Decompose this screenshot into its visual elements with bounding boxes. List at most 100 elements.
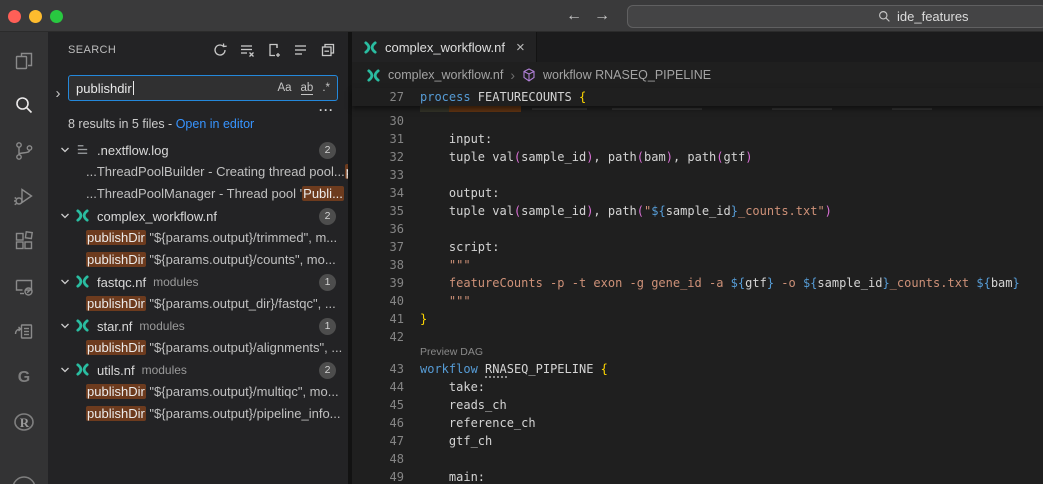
- search-match-row[interactable]: publishDir "${params.output}/trimmed", m…: [48, 227, 348, 249]
- minimize-window-button[interactable]: [29, 10, 42, 23]
- search-match-row[interactable]: publishDir "${params.output}/counts", mo…: [48, 249, 348, 271]
- code-line[interactable]: 39 featureCounts -p -t exon -g gene_id -…: [352, 274, 1043, 292]
- whole-word-toggle[interactable]: ab: [301, 82, 314, 95]
- zoom-window-button[interactable]: [50, 10, 63, 23]
- line-number: 47: [352, 432, 420, 450]
- code-line[interactable]: 34 output:: [352, 184, 1043, 202]
- match-highlight: publishDir: [86, 296, 146, 311]
- match-highlight: publishDir: [86, 252, 146, 267]
- codelens-preview-dag[interactable]: Preview DAG: [352, 346, 1043, 360]
- chevron-down-icon[interactable]: [58, 321, 72, 331]
- file-name: star.nf: [97, 319, 132, 334]
- tab-bar: complex_workflow.nf ×: [352, 32, 1043, 62]
- open-in-editor-link[interactable]: Open in editor: [176, 117, 255, 131]
- match-case-toggle[interactable]: Aa: [277, 82, 291, 94]
- breadcrumb-separator: ›: [510, 67, 515, 83]
- code-line[interactable]: 49 main:: [352, 468, 1043, 484]
- search-file-row[interactable]: .nextflow.log2: [48, 139, 348, 161]
- refresh-icon[interactable]: [212, 42, 228, 58]
- code-line[interactable]: 45 reads_ch: [352, 396, 1043, 414]
- open-new-search-editor-icon[interactable]: [266, 42, 282, 58]
- close-window-button[interactable]: [8, 10, 21, 23]
- code-line[interactable]: 47 gtf_ch: [352, 432, 1043, 450]
- code-line[interactable]: 32 tuple val(sample_id), path(bam), path…: [352, 148, 1043, 166]
- chevron-down-icon[interactable]: [58, 277, 72, 287]
- breadcrumb-symbol[interactable]: workflow RNASEQ_PIPELINE: [543, 68, 711, 82]
- match-count-badge: 1: [319, 274, 336, 291]
- regex-toggle[interactable]: .*: [322, 82, 330, 94]
- file-name: complex_workflow.nf: [97, 209, 217, 224]
- search-match-row[interactable]: publishDir "${params.output}/pipeline_in…: [48, 403, 348, 425]
- clear-search-results-icon[interactable]: [239, 42, 255, 58]
- line-number: 39: [352, 274, 420, 292]
- match-highlight: Publi...: [302, 186, 344, 201]
- line-number: 41: [352, 310, 420, 328]
- search-file-row[interactable]: complex_workflow.nf2: [48, 205, 348, 227]
- code-editor[interactable]: 27process FEATURECOUNTS { 3031 input:32 …: [352, 88, 1043, 484]
- line-number: 49: [352, 468, 420, 484]
- code-line[interactable]: 37 script:: [352, 238, 1043, 256]
- navigate-forward-icon[interactable]: →: [594, 7, 610, 25]
- line-number: 46: [352, 414, 420, 432]
- nextflow-file-icon: [75, 274, 91, 290]
- code-line[interactable]: 41}: [352, 310, 1043, 328]
- explorer-icon[interactable]: [0, 38, 48, 83]
- search-match-row[interactable]: publishDir "${params.output}/multiqc", m…: [48, 381, 348, 403]
- code-line[interactable]: 46 reference_ch: [352, 414, 1043, 432]
- code-line[interactable]: 42: [352, 328, 1043, 346]
- code-line[interactable]: 43workflow RNASEQ_PIPELINE {: [352, 360, 1043, 378]
- code-line[interactable]: 38 """: [352, 256, 1043, 274]
- file-folder-description: modules: [142, 363, 187, 377]
- chevron-down-icon[interactable]: [58, 365, 72, 375]
- vscode-window: ← → ide_features: [0, 0, 1043, 484]
- title-bar: ← → ide_features: [0, 0, 1043, 32]
- chevron-down-icon[interactable]: [58, 145, 72, 155]
- view-as-tree-icon[interactable]: [293, 42, 309, 58]
- search-match-row[interactable]: publishDir "${params.output}/alignments"…: [48, 337, 348, 359]
- source-control-icon[interactable]: [0, 128, 48, 173]
- log-file-icon: [75, 142, 91, 158]
- collapse-all-icon[interactable]: [320, 42, 336, 58]
- code-line[interactable]: 40 """: [352, 292, 1043, 310]
- chevron-down-icon[interactable]: [58, 211, 72, 221]
- code-line[interactable]: 48: [352, 450, 1043, 468]
- code-line[interactable]: 31 input:: [352, 130, 1043, 148]
- gitlens-icon[interactable]: G: [0, 354, 48, 399]
- close-tab-icon[interactable]: ×: [516, 40, 525, 55]
- partial-bottom-icon[interactable]: [0, 445, 48, 484]
- run-and-debug-icon[interactable]: [0, 174, 48, 219]
- navigate-back-icon[interactable]: ←: [566, 7, 582, 25]
- search-query-value: publishdir: [76, 81, 132, 96]
- search-input[interactable]: publishdir Aa ab .*: [68, 75, 338, 101]
- toggle-replace-chevron[interactable]: ›: [52, 80, 64, 106]
- search-match-row[interactable]: ...ThreadPoolBuilder - Creating thread p…: [48, 161, 348, 183]
- tab-complex-workflow[interactable]: complex_workflow.nf ×: [352, 32, 537, 62]
- code-line[interactable]: 36: [352, 220, 1043, 238]
- nextflow-file-icon: [75, 318, 91, 334]
- code-line[interactable]: 27process FEATURECOUNTS {: [352, 88, 1043, 106]
- search-match-row[interactable]: publishDir "${params.output_dir}/fastqc"…: [48, 293, 348, 315]
- code-line[interactable]: 30: [352, 112, 1043, 130]
- search-view-icon[interactable]: [0, 83, 48, 128]
- breadcrumb-file[interactable]: complex_workflow.nf: [388, 68, 503, 82]
- code-line[interactable]: 44 take:: [352, 378, 1043, 396]
- panel-title: SEARCH: [68, 44, 212, 56]
- code-line[interactable]: 35 tuple val(sample_id), path("${sample_…: [352, 202, 1043, 220]
- command-center-search-box[interactable]: ide_features: [627, 5, 1043, 28]
- code-lines[interactable]: 3031 input:32 tuple val(sample_id), path…: [352, 112, 1043, 484]
- line-number: 33: [352, 166, 420, 184]
- toggle-search-details[interactable]: ···: [319, 103, 334, 117]
- remote-explorer-icon[interactable]: [0, 264, 48, 309]
- code-line[interactable]: 33: [352, 166, 1043, 184]
- r-language-icon[interactable]: R: [0, 400, 48, 445]
- file-name: fastqc.nf: [97, 275, 146, 290]
- references-view-icon[interactable]: [0, 309, 48, 354]
- search-match-row[interactable]: ...ThreadPoolManager - Thread pool 'Publ…: [48, 183, 348, 205]
- sticky-scroll-line[interactable]: 27process FEATURECOUNTS {: [352, 88, 1043, 106]
- search-file-row[interactable]: fastqc.nfmodules1: [48, 271, 348, 293]
- search-file-row[interactable]: star.nfmodules1: [48, 315, 348, 337]
- line-number: 37: [352, 238, 420, 256]
- search-file-row[interactable]: utils.nfmodules2: [48, 359, 348, 381]
- extensions-icon[interactable]: [0, 219, 48, 264]
- search-results-tree: .nextflow.log2...ThreadPoolBuilder - Cre…: [48, 139, 348, 425]
